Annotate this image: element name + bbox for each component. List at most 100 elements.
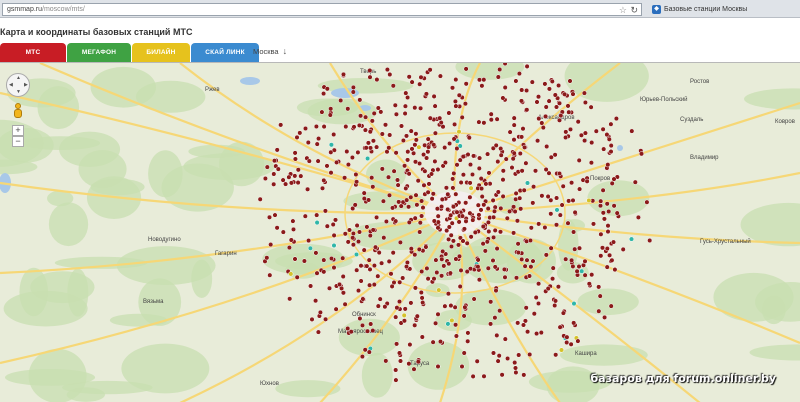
station-marker	[363, 145, 369, 151]
station-marker	[294, 274, 300, 280]
station-marker	[497, 229, 504, 235]
bookmark-icon: ◆	[652, 5, 661, 14]
tab-skylink[interactable]: СКАЙ ЛИНК	[191, 43, 259, 62]
browser-tab[interactable]: ◆ Базовые станции Москвы	[652, 3, 798, 16]
station-marker	[405, 157, 411, 163]
station-marker	[512, 360, 518, 366]
station-marker	[302, 125, 309, 132]
station-marker	[369, 118, 375, 124]
station-marker	[370, 227, 376, 233]
page-title: Карта и координаты базовых станций МТС	[0, 27, 193, 37]
station-marker	[371, 282, 377, 288]
pan-left-icon[interactable]: ◀	[9, 82, 13, 88]
tab-megafon[interactable]: МЕГАФОН	[67, 43, 131, 62]
station-marker	[432, 158, 438, 164]
station-marker	[413, 131, 419, 137]
station-marker	[467, 194, 473, 200]
station-marker	[370, 138, 376, 144]
station-marker	[408, 128, 414, 134]
station-marker	[395, 182, 401, 188]
station-marker	[400, 137, 406, 144]
station-marker	[485, 151, 491, 157]
station-marker	[401, 312, 407, 318]
reload-icon[interactable]: ↻	[630, 4, 638, 16]
station-marker	[503, 156, 509, 162]
station-marker	[475, 202, 481, 208]
tab-mts[interactable]: МТС	[0, 43, 66, 62]
station-marker	[328, 106, 334, 112]
station-marker	[523, 160, 529, 166]
station-marker	[307, 245, 313, 251]
station-marker	[601, 216, 607, 222]
station-marker	[533, 294, 539, 301]
station-marker	[498, 152, 504, 158]
station-marker	[522, 263, 528, 269]
station-marker	[355, 239, 362, 245]
station-marker	[430, 191, 436, 197]
station-marker	[468, 234, 474, 240]
place-label: Ростов	[690, 79, 709, 85]
street-view-pegman-icon[interactable]	[13, 103, 23, 119]
station-marker	[374, 144, 380, 150]
station-marker	[470, 217, 476, 223]
station-marker	[598, 253, 604, 259]
station-marker	[418, 289, 424, 296]
station-marker	[344, 148, 350, 155]
station-marker	[382, 122, 389, 128]
station-marker	[520, 126, 526, 132]
station-marker	[365, 140, 371, 146]
pan-control[interactable]: ▲ ▼ ◀ ▶	[6, 73, 30, 97]
station-marker	[515, 250, 521, 256]
station-marker	[266, 214, 273, 220]
station-marker	[431, 93, 437, 99]
station-marker	[419, 334, 425, 340]
station-marker	[549, 78, 555, 84]
pan-up-icon[interactable]: ▲	[16, 75, 21, 81]
station-marker	[330, 221, 336, 228]
station-marker	[451, 136, 457, 142]
station-marker	[511, 115, 517, 121]
tab-beeline[interactable]: БИЛАЙН	[132, 43, 190, 62]
station-marker	[463, 200, 469, 206]
station-marker	[497, 308, 503, 314]
pan-right-icon[interactable]: ▶	[24, 82, 28, 88]
station-marker	[468, 185, 474, 191]
station-marker	[379, 131, 385, 137]
zoom-in-button[interactable]: +	[12, 125, 24, 136]
station-marker	[331, 265, 337, 271]
forest-area	[30, 271, 95, 304]
station-marker	[439, 273, 445, 279]
station-marker	[535, 300, 542, 307]
pan-down-icon[interactable]: ▼	[16, 89, 21, 95]
station-marker	[342, 301, 348, 307]
station-marker	[484, 239, 490, 245]
station-marker	[545, 193, 551, 200]
city-select[interactable]: Москва ↓	[253, 46, 287, 56]
station-marker	[439, 204, 445, 210]
station-marker	[456, 129, 462, 135]
station-marker	[278, 122, 284, 128]
map-view[interactable]: Новодугино Гагарин Вязьма Обнинск Малояросла…	[0, 62, 800, 402]
station-marker	[435, 311, 441, 317]
station-marker	[553, 352, 559, 358]
station-marker	[546, 98, 552, 104]
address-bar[interactable]: gsmmap.ru/moscow/mts/ ☆ ↻	[2, 3, 642, 16]
station-marker	[286, 245, 292, 251]
station-marker	[398, 203, 404, 209]
zoom-out-button[interactable]: −	[12, 136, 24, 147]
map-canvas[interactable]: Новодугино Гагарин Вязьма Обнинск Малояросла…	[0, 63, 800, 402]
station-marker	[450, 238, 456, 244]
station-marker	[542, 81, 548, 87]
bookmark-star-icon[interactable]: ☆	[619, 4, 627, 16]
station-marker	[449, 85, 456, 91]
station-marker	[394, 305, 400, 311]
station-marker	[421, 182, 427, 188]
station-marker	[485, 219, 491, 225]
station-marker	[599, 245, 606, 251]
station-marker	[342, 175, 348, 181]
station-marker	[402, 103, 408, 109]
station-marker	[340, 71, 347, 77]
station-marker	[486, 228, 492, 235]
station-marker	[428, 171, 435, 177]
station-marker	[604, 264, 610, 270]
